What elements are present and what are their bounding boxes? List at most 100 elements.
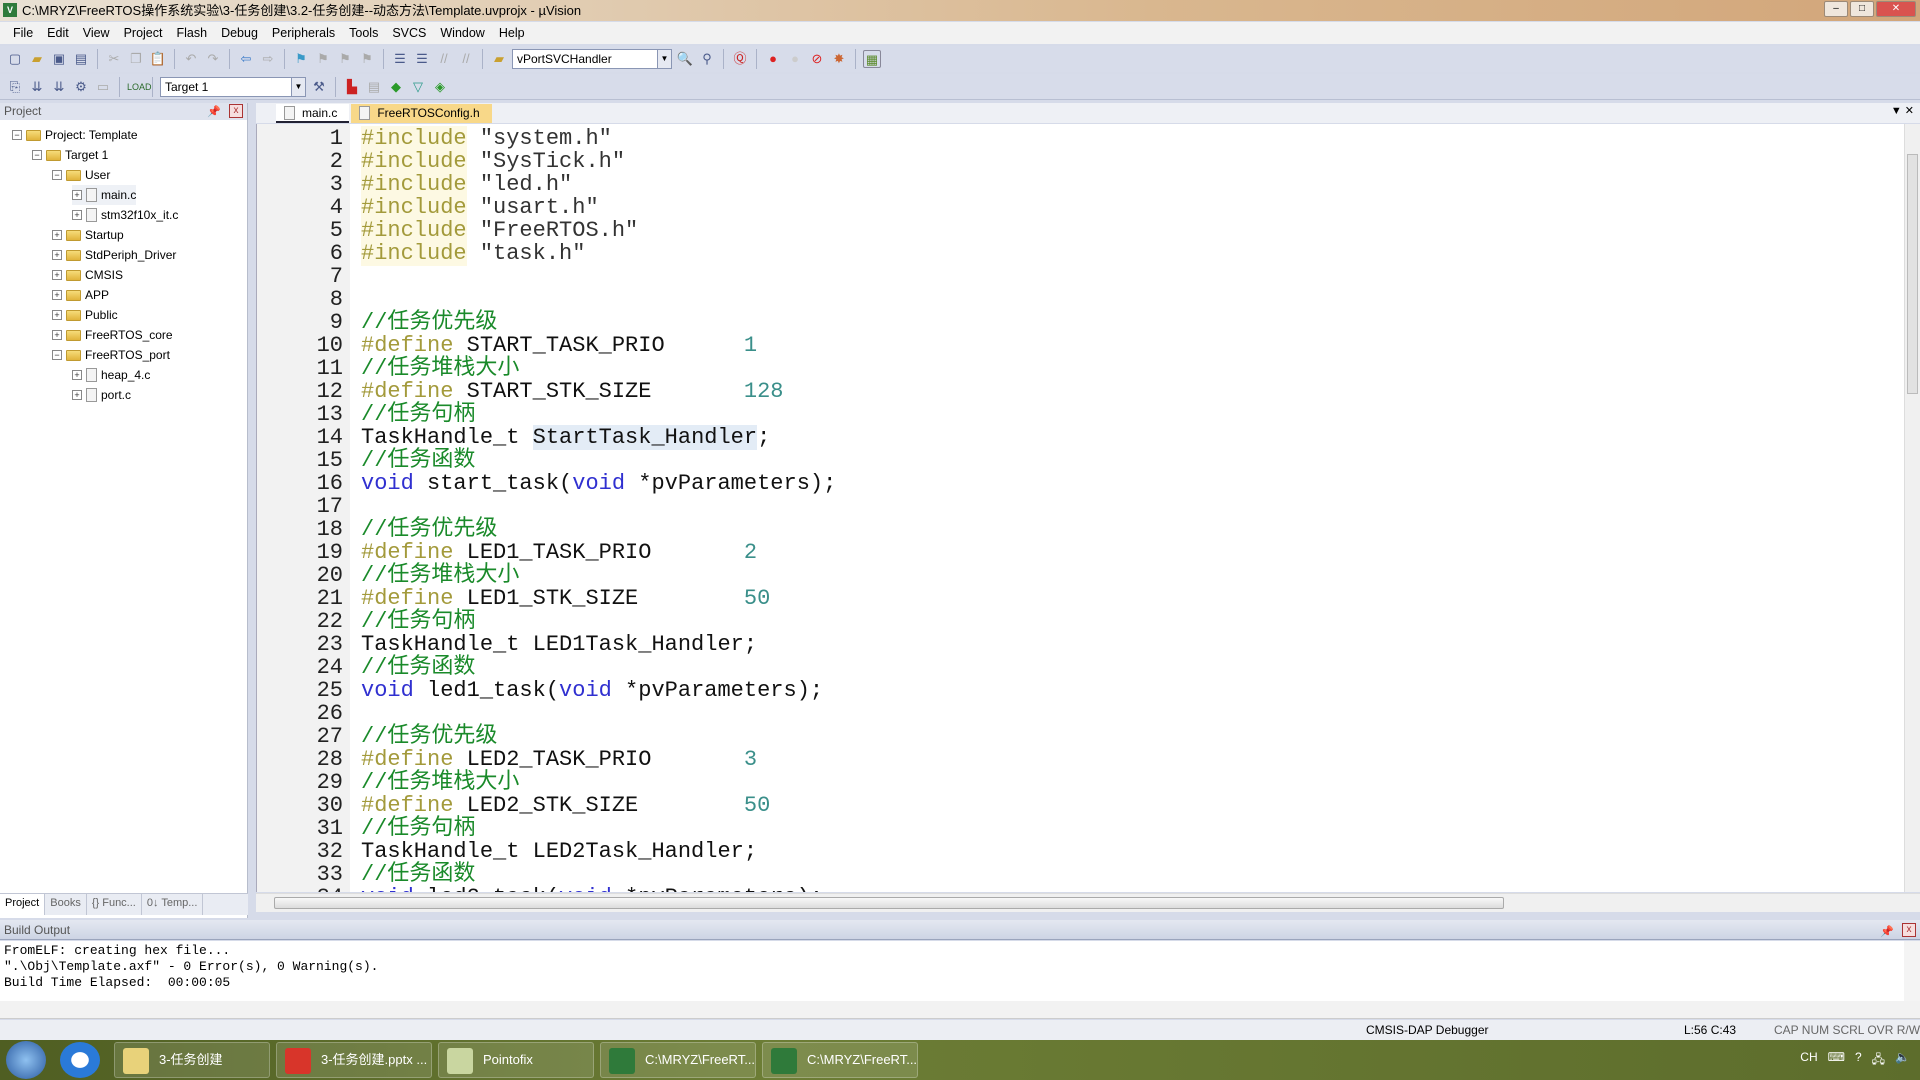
input-language[interactable]: CH bbox=[1800, 1050, 1817, 1071]
taskbar-app[interactable]: 3-任务创建.pptx ... bbox=[276, 1042, 432, 1078]
expand-icon[interactable]: + bbox=[72, 390, 82, 400]
tree-item[interactable]: + FreeRTOS_core bbox=[52, 325, 173, 345]
help-icon[interactable]: ? bbox=[1855, 1050, 1862, 1071]
pack-installer-icon[interactable]: ▽ bbox=[409, 78, 427, 96]
expand-icon[interactable]: + bbox=[52, 270, 62, 280]
tree-item[interactable]: + main.c bbox=[72, 185, 137, 205]
new-file-icon[interactable]: ▢ bbox=[6, 50, 24, 68]
panel-tab[interactable]: {} Func... bbox=[87, 894, 142, 915]
disable-all-breakpoints-icon[interactable]: ✸ bbox=[830, 50, 848, 68]
stop-build-icon[interactable]: ▭ bbox=[94, 78, 112, 96]
prev-bookmark-icon[interactable]: ⚑ bbox=[314, 50, 332, 68]
tree-item[interactable]: + StdPeriph_Driver bbox=[52, 245, 176, 265]
menu-svcs[interactable]: SVCS bbox=[385, 26, 433, 40]
rebuild-icon[interactable]: ⇊ bbox=[50, 78, 68, 96]
tree-item[interactable]: + APP bbox=[52, 285, 109, 305]
scrollbar-thumb[interactable] bbox=[274, 897, 1504, 909]
collapse-icon[interactable]: − bbox=[32, 150, 42, 160]
bookmark-icon[interactable]: ⚑ bbox=[292, 50, 310, 68]
manage-rte-icon[interactable]: ◆ bbox=[387, 78, 405, 96]
menu-peripherals[interactable]: Peripherals bbox=[265, 26, 342, 40]
comment-icon[interactable]: // bbox=[435, 50, 453, 68]
menu-view[interactable]: View bbox=[76, 26, 117, 40]
build-output-vertical-scrollbar[interactable] bbox=[1904, 941, 1920, 1001]
collapse-icon[interactable]: − bbox=[12, 130, 22, 140]
volume-icon[interactable]: 🔈 bbox=[1895, 1050, 1910, 1071]
taskbar-app[interactable]: 3-任务创建 bbox=[114, 1042, 270, 1078]
menu-project[interactable]: Project bbox=[117, 26, 170, 40]
kill-breakpoints-icon[interactable]: ⊘ bbox=[808, 50, 826, 68]
menu-tools[interactable]: Tools bbox=[342, 26, 385, 40]
tree-item[interactable]: − Target 1 bbox=[32, 145, 108, 165]
menu-debug[interactable]: Debug bbox=[214, 26, 265, 40]
keyboard-icon[interactable]: ⌨ bbox=[1828, 1050, 1845, 1071]
collapse-icon[interactable]: − bbox=[52, 170, 62, 180]
expand-icon[interactable]: + bbox=[52, 310, 62, 320]
indent-icon[interactable]: ☰ bbox=[391, 50, 409, 68]
navigate-forward-icon[interactable]: ⇨ bbox=[259, 50, 277, 68]
editor-horizontal-scrollbar[interactable] bbox=[256, 893, 1920, 912]
network-icon[interactable]: 🖧 bbox=[1872, 1050, 1885, 1071]
tree-item[interactable]: + heap_4.c bbox=[72, 365, 150, 385]
panel-tab[interactable]: Project bbox=[0, 894, 46, 915]
minimize-button[interactable]: – bbox=[1824, 1, 1848, 17]
clear-bookmarks-icon[interactable]: ⚑ bbox=[358, 50, 376, 68]
panel-tab[interactable]: 0↓ Temp... bbox=[142, 894, 204, 915]
tree-item[interactable]: − FreeRTOS_port bbox=[52, 345, 170, 365]
find-icon[interactable]: 🔍 bbox=[676, 50, 694, 68]
build-output-horizontal-scrollbar[interactable] bbox=[0, 1001, 1920, 1019]
redo-icon[interactable]: ↷ bbox=[204, 50, 222, 68]
target-combo[interactable]: Target 1 ▼ bbox=[160, 76, 306, 97]
tab-main-c[interactable]: main.c bbox=[276, 104, 350, 123]
next-bookmark-icon[interactable]: ⚑ bbox=[336, 50, 354, 68]
menu-window[interactable]: Window bbox=[433, 26, 491, 40]
editor-vertical-scrollbar[interactable] bbox=[1904, 124, 1920, 892]
tab-freertosconfig-h[interactable]: FreeRTOSConfig.h bbox=[351, 104, 492, 123]
close-icon[interactable]: x bbox=[229, 104, 243, 118]
build-icon[interactable]: ⇊ bbox=[28, 78, 46, 96]
open-file-icon[interactable]: ▰ bbox=[28, 50, 46, 68]
menu-flash[interactable]: Flash bbox=[169, 26, 214, 40]
tree-item[interactable]: + Public bbox=[52, 305, 118, 325]
build-output-text[interactable]: FromELF: creating hex file... ".\Obj\Tem… bbox=[0, 941, 1904, 1001]
taskbar-app[interactable]: Pointofix bbox=[438, 1042, 594, 1078]
incremental-find-icon[interactable]: ⚲ bbox=[698, 50, 716, 68]
menu-file[interactable]: File bbox=[6, 26, 40, 40]
scrollbar-thumb[interactable] bbox=[1907, 154, 1918, 394]
tree-item[interactable]: + port.c bbox=[72, 385, 131, 405]
batch-build-icon[interactable]: ⚙ bbox=[72, 78, 90, 96]
expand-icon[interactable]: + bbox=[52, 230, 62, 240]
tree-item[interactable]: + CMSIS bbox=[52, 265, 123, 285]
debug-session-icon[interactable]: Ⓠ bbox=[731, 50, 749, 68]
code-editor[interactable]: 1 #include "system.h" 2 #include "SysTick.h… bbox=[256, 124, 1904, 892]
pin-icon[interactable]: 📌 bbox=[207, 104, 221, 121]
function-combo[interactable]: vPortSVCHandler ▼ bbox=[512, 49, 672, 69]
close-button[interactable]: ✕ bbox=[1876, 1, 1916, 17]
paste-icon[interactable]: 📋 bbox=[149, 50, 167, 68]
expand-icon[interactable]: + bbox=[52, 290, 62, 300]
menu-edit[interactable]: Edit bbox=[40, 26, 76, 40]
uncomment-icon[interactable]: // bbox=[457, 50, 475, 68]
find-in-files-icon[interactable]: ▰ bbox=[490, 50, 508, 68]
save-all-icon[interactable]: ▤ bbox=[72, 50, 90, 68]
tree-item[interactable]: − Project: Template bbox=[12, 125, 138, 145]
breakpoint-icon[interactable]: ● bbox=[764, 50, 782, 68]
cut-icon[interactable]: ✂ bbox=[105, 50, 123, 68]
expand-icon[interactable]: + bbox=[72, 370, 82, 380]
copy-icon[interactable]: ❐ bbox=[127, 50, 145, 68]
taskbar-app[interactable]: C:\MRYZ\FreeRT... bbox=[600, 1042, 756, 1078]
navigate-back-icon[interactable]: ⇦ bbox=[237, 50, 255, 68]
collapse-icon[interactable]: − bbox=[52, 350, 62, 360]
save-icon[interactable]: ▣ bbox=[50, 50, 68, 68]
expand-icon[interactable]: + bbox=[72, 210, 82, 220]
target-options-icon[interactable]: ⚒ bbox=[310, 78, 328, 96]
select-packs-icon[interactable]: ▤ bbox=[365, 78, 383, 96]
manage-project-items-icon[interactable]: ▙ bbox=[343, 78, 361, 96]
expand-icon[interactable]: + bbox=[52, 330, 62, 340]
menu-help[interactable]: Help bbox=[492, 26, 532, 40]
undo-icon[interactable]: ↶ bbox=[182, 50, 200, 68]
tree-item[interactable]: − User bbox=[52, 165, 110, 185]
pin-icon[interactable]: 📌 bbox=[1880, 922, 1894, 942]
panel-tab[interactable]: Books bbox=[45, 894, 87, 915]
tree-item[interactable]: + stm32f10x_it.c bbox=[72, 205, 178, 225]
